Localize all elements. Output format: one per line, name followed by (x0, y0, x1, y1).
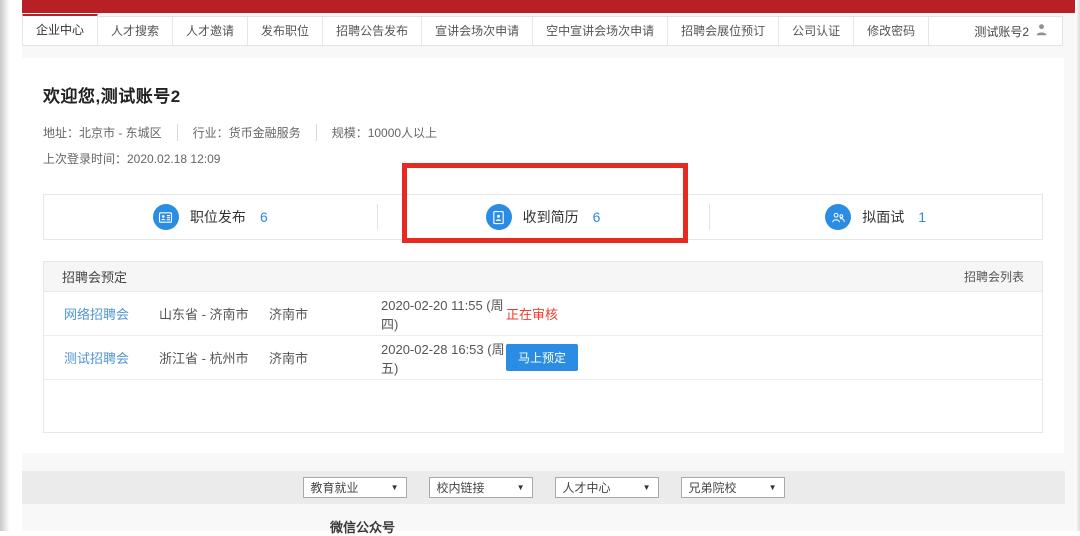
top-brand-bar (22, 0, 1075, 13)
dropdown-campus-links[interactable]: 校内链接 ▼ (429, 477, 533, 498)
stat-resumes-received[interactable]: 收到简历 6 (377, 195, 710, 239)
dropdown-label: 兄弟院校 (689, 479, 737, 496)
dropdown-arrow-icon: ▼ (643, 483, 651, 492)
dropdown-arrow-icon: ▼ (769, 483, 777, 492)
nav-tab-change-password[interactable]: 修改密码 (854, 17, 929, 45)
stats-strip: 职位发布 6 收到简历 6 拟 (43, 194, 1043, 240)
nav-tab-talent-invite[interactable]: 人才邀请 (173, 17, 248, 45)
stat-planned-interviews[interactable]: 拟面试 1 (709, 195, 1042, 239)
status-badge: 正在审核 (506, 304, 1042, 323)
table-header: 招聘会预定 招聘会列表 (44, 262, 1042, 292)
main-content: 欢迎您,测试账号2 地址：北京市 - 东城区 行业：货币金融服务 规模：1000… (22, 58, 1064, 453)
nav-tab-booth-booking[interactable]: 招聘会展位预订 (668, 17, 779, 45)
right-edge-shadow (1075, 0, 1080, 531)
interview-icon (825, 204, 851, 230)
fair-region: 山东省 - 济南市 (159, 304, 269, 323)
company-scale: 规模：10000人以上 (316, 124, 452, 141)
nav-tab-company-verify[interactable]: 公司认证 (779, 17, 854, 45)
dropdown-sister-schools[interactable]: 兄弟院校 ▼ (681, 477, 785, 498)
job-fair-table: 招聘会预定 招聘会列表 网络招聘会 山东省 - 济南市 济南市 2020-02-… (43, 261, 1043, 433)
dropdown-label: 人才中心 (563, 479, 611, 496)
dropdown-talent-center[interactable]: 人才中心 ▼ (555, 477, 659, 498)
fair-city: 济南市 (269, 348, 381, 367)
nav-tab-info-session-apply[interactable]: 宣讲会场次申请 (422, 17, 533, 45)
id-card-icon (153, 204, 179, 230)
main-nav: 企业中心 人才搜索 人才邀请 发布职位 招聘公告发布 宣讲会场次申请 空中宣讲会… (22, 16, 1063, 46)
fair-region: 浙江省 - 杭州市 (159, 348, 269, 367)
stat-label: 拟面试 (862, 207, 904, 227)
footer-links-bar: 教育就业 ▼ 校内链接 ▼ 人才中心 ▼ 兄弟院校 ▼ (22, 471, 1065, 504)
stat-count[interactable]: 6 (260, 209, 268, 225)
fair-name-link[interactable]: 测试招聘会 (64, 348, 159, 367)
table-row: 网络招聘会 山东省 - 济南市 济南市 2020-02-20 11:55 (周四… (44, 292, 1042, 336)
fair-name-link[interactable]: 网络招聘会 (64, 304, 159, 323)
nav-tab-post-job[interactable]: 发布职位 (248, 17, 323, 45)
dropdown-label: 校内链接 (437, 479, 485, 496)
dropdown-label: 教育就业 (311, 479, 359, 496)
user-icon (1035, 23, 1048, 39)
fair-city: 济南市 (269, 304, 381, 323)
nav-tab-talent-search[interactable]: 人才搜索 (98, 17, 173, 45)
stat-count[interactable]: 1 (918, 209, 926, 225)
stat-label: 收到简历 (523, 207, 579, 227)
dropdown-arrow-icon: ▼ (391, 483, 399, 492)
book-now-button[interactable]: 马上预定 (506, 344, 578, 371)
fair-time: 2020-02-20 11:55 (周四) (381, 295, 506, 333)
page-title: 欢迎您,测试账号2 (43, 82, 1043, 107)
dropdown-arrow-icon: ▼ (517, 483, 525, 492)
wechat-official-account-label: 微信公众号 (330, 517, 395, 536)
account-name: 测试账号2 (974, 23, 1029, 40)
stat-label: 职位发布 (190, 207, 246, 227)
company-industry: 行业：货币金融服务 (177, 124, 316, 141)
company-info-line: 地址：北京市 - 东城区 行业：货币金融服务 规模：10000人以上 (43, 124, 1043, 141)
stat-positions-published[interactable]: 职位发布 6 (44, 195, 377, 239)
nav-tab-enterprise-center[interactable]: 企业中心 (22, 14, 98, 45)
nav-tab-recruit-announcement[interactable]: 招聘公告发布 (323, 17, 422, 45)
left-edge-shadow (0, 0, 10, 531)
resume-icon (486, 204, 512, 230)
nav-tab-online-session-apply[interactable]: 空中宣讲会场次申请 (533, 17, 668, 45)
dropdown-education-employment[interactable]: 教育就业 ▼ (303, 477, 407, 498)
stat-count[interactable]: 6 (593, 209, 601, 225)
table-title: 招聘会预定 (62, 267, 127, 286)
fair-time: 2020-02-28 16:53 (周五) (381, 339, 506, 377)
company-address: 地址：北京市 - 东城区 (43, 124, 177, 141)
account-menu[interactable]: 测试账号2 (974, 17, 1062, 45)
table-row: 测试招聘会 浙江省 - 杭州市 济南市 2020-02-28 16:53 (周五… (44, 336, 1042, 380)
job-fair-list-link[interactable]: 招聘会列表 (964, 268, 1024, 285)
last-login-time: 上次登录时间：2020.02.18 12:09 (43, 150, 1043, 167)
